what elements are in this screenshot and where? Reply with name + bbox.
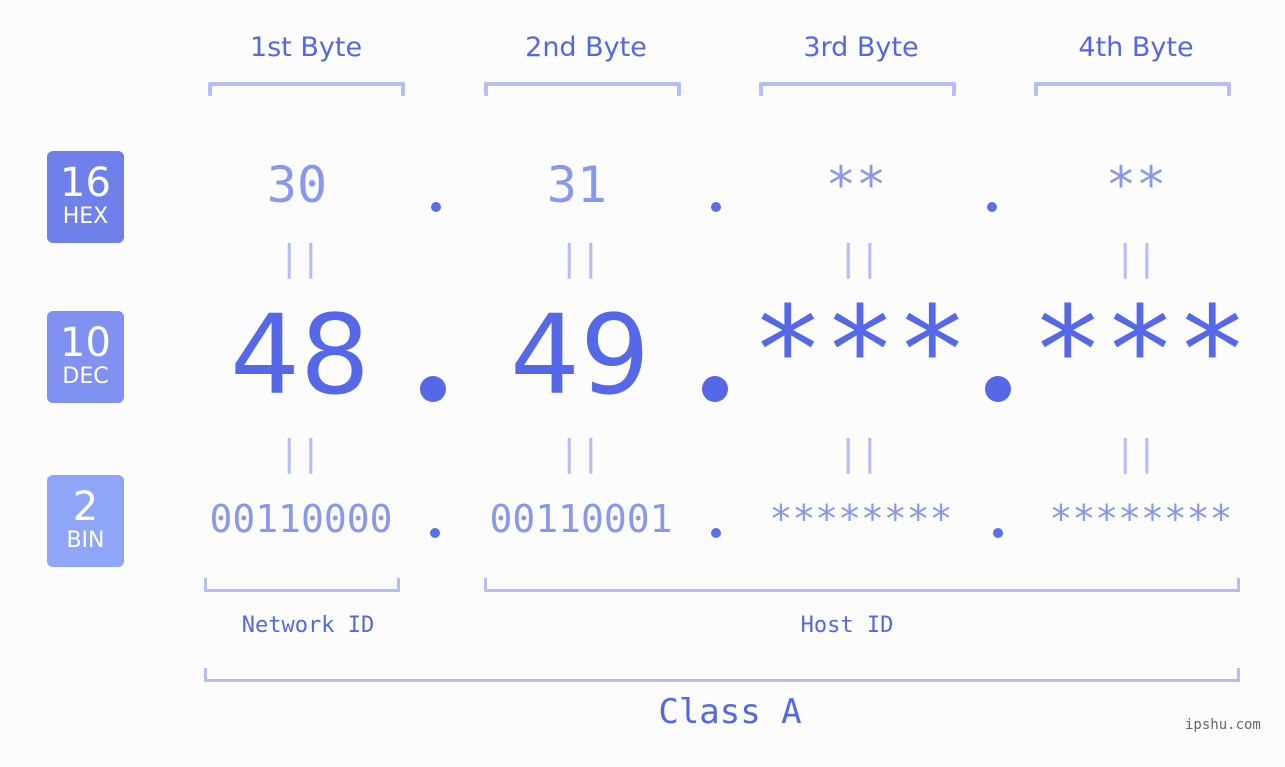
class-bracket xyxy=(204,668,1240,682)
dec-dot-1 xyxy=(420,376,446,402)
equals-hex-dec-3: || xyxy=(837,238,881,279)
byte-header-2: 2nd Byte xyxy=(525,32,647,63)
byte-bracket-2 xyxy=(484,82,681,96)
bin-dot-3 xyxy=(993,528,1003,538)
bin-dot-2 xyxy=(711,528,721,538)
network-id-bracket xyxy=(204,578,400,592)
equals-hex-dec-2: || xyxy=(558,238,602,279)
equals-dec-bin-4: || xyxy=(1114,433,1158,474)
dec-base: 10 xyxy=(60,320,111,366)
hex-value-3: ** xyxy=(825,156,887,214)
bin-value-3: ******** xyxy=(769,497,953,541)
hex-value-1: 30 xyxy=(266,156,328,214)
bin-value-2: 00110001 xyxy=(489,497,673,541)
byte-header-1: 1st Byte xyxy=(249,32,363,63)
hex-base: 16 xyxy=(60,160,111,206)
dec-badge: 10 DEC xyxy=(47,311,124,403)
equals-dec-bin-2: || xyxy=(558,433,602,474)
dec-label: DEC xyxy=(62,364,109,389)
bin-base: 2 xyxy=(72,484,99,530)
bin-label: BIN xyxy=(66,528,105,553)
watermark: ipshu.com xyxy=(1185,717,1261,733)
dec-value-2: 49 xyxy=(510,291,650,419)
hex-badge: 16 HEX xyxy=(47,151,124,243)
bin-dot-1 xyxy=(430,528,440,538)
network-id-label: Network ID xyxy=(241,613,375,638)
bin-value-4: ******** xyxy=(1049,497,1233,541)
dec-value-4: *** xyxy=(1031,282,1249,421)
host-id-label: Host ID xyxy=(800,613,894,638)
equals-hex-dec-1: || xyxy=(278,238,322,279)
byte-bracket-4 xyxy=(1034,82,1231,96)
hex-label: HEX xyxy=(62,204,109,229)
dec-dot-2 xyxy=(702,376,728,402)
bin-badge: 2 BIN xyxy=(47,475,124,567)
host-id-bracket xyxy=(484,578,1240,592)
byte-bracket-1 xyxy=(208,82,405,96)
hex-dot-3 xyxy=(987,202,997,212)
equals-hex-dec-4: || xyxy=(1114,238,1158,279)
equals-dec-bin-3: || xyxy=(837,433,881,474)
hex-value-4: ** xyxy=(1105,156,1167,214)
class-label: Class A xyxy=(658,692,802,732)
dec-dot-3 xyxy=(985,376,1011,402)
dec-value-1: 48 xyxy=(230,291,370,419)
hex-dot-2 xyxy=(711,202,721,212)
bin-value-1: 00110000 xyxy=(209,497,393,541)
dec-value-3: *** xyxy=(751,282,969,421)
equals-dec-bin-1: || xyxy=(278,433,322,474)
byte-bracket-3 xyxy=(759,82,956,96)
byte-header-4: 4th Byte xyxy=(1078,32,1194,63)
byte-header-3: 3rd Byte xyxy=(803,32,919,63)
hex-dot-1 xyxy=(431,202,441,212)
hex-value-2: 31 xyxy=(546,156,608,214)
